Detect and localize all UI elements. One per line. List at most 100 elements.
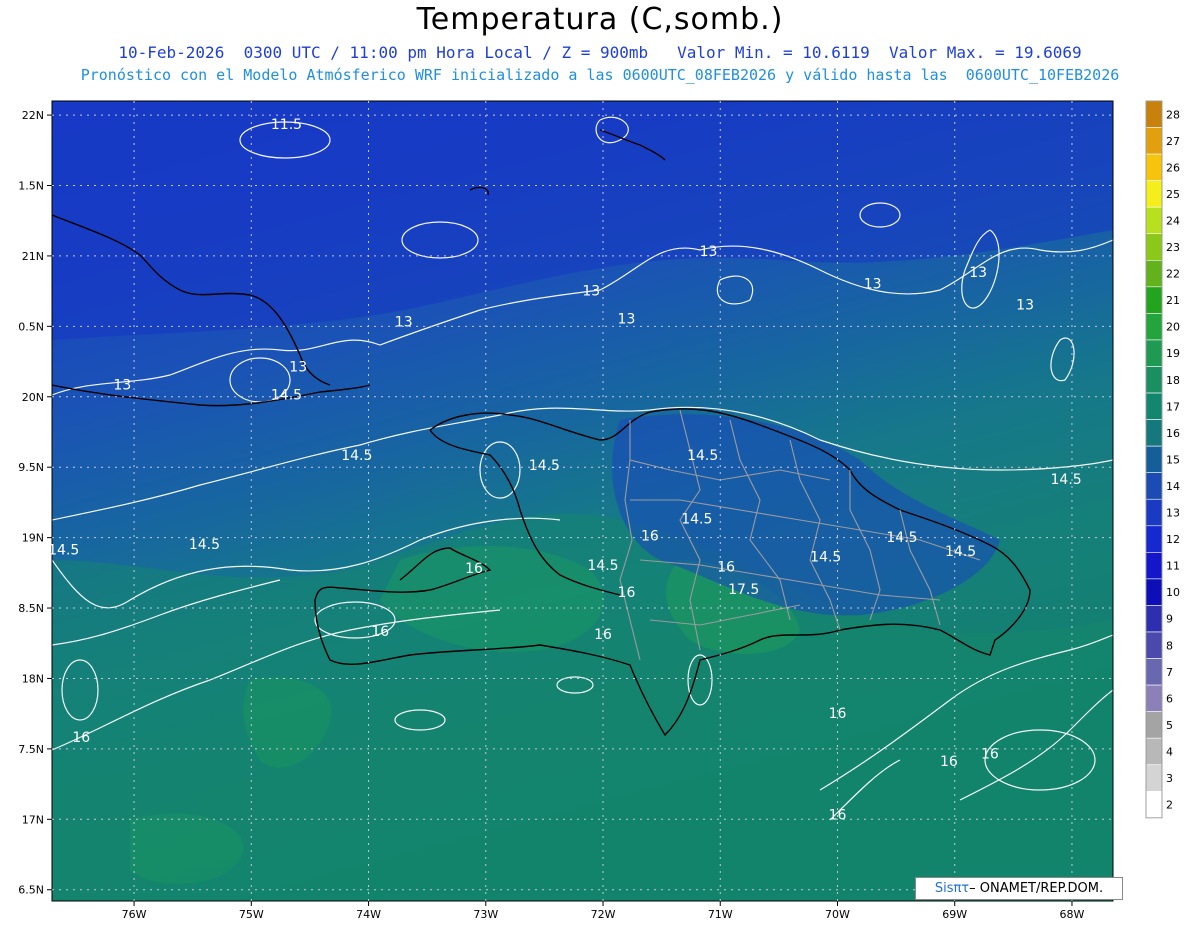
- colorbar-swatch: [1145, 233, 1163, 261]
- map-plot-area: [52, 101, 1113, 901]
- lon-tick-label: 68W: [1060, 908, 1085, 921]
- lat-tick-label: 0.5N: [18, 320, 44, 333]
- colorbar-label: 22: [1166, 268, 1180, 281]
- colorbar-label: 20: [1166, 321, 1180, 334]
- contour-value-label: 14.5: [945, 544, 976, 560]
- contour-value-label: 14.5: [341, 448, 372, 464]
- colorbar: 2827262524232221201918171615141312111098…: [1145, 100, 1180, 819]
- colorbar-swatch: [1145, 525, 1163, 553]
- lat-tick-label: 7.5N: [18, 743, 44, 756]
- colorbar-swatch: [1145, 498, 1163, 527]
- colorbar-label: 18: [1166, 374, 1180, 387]
- contour-value-label: 13: [395, 314, 413, 330]
- colorbar-label: 10: [1166, 586, 1180, 599]
- colorbar-swatch: [1145, 259, 1163, 288]
- lat-tick-label: 9.5N: [18, 461, 44, 474]
- colorbar-swatch: [1145, 419, 1163, 447]
- contour-value-label: 13: [700, 244, 718, 260]
- colorbar-label: 2: [1166, 799, 1173, 812]
- credit-box: Sisπτ– ONAMET/REP.DOM.: [915, 877, 1123, 900]
- contour-value-label: 16: [618, 585, 636, 601]
- contour-value-label: 14.5: [681, 512, 712, 528]
- contour-value-label: 13: [289, 359, 307, 375]
- contour-value-label: 13: [582, 283, 600, 299]
- contour-value-label: 13: [1016, 297, 1034, 313]
- colorbar-label: 28: [1166, 108, 1180, 121]
- colorbar-label: 25: [1166, 188, 1180, 201]
- lon-tick-label: 76W: [122, 908, 147, 921]
- colorbar-label: 13: [1166, 507, 1180, 520]
- contour-value-label: 14.5: [886, 530, 917, 546]
- colorbar-label: 4: [1166, 745, 1173, 758]
- lat-tick-label: 21N: [22, 250, 44, 263]
- lat-tick-label: 17N: [22, 813, 44, 826]
- lon-tick-label: 71W: [708, 908, 733, 921]
- contour-value-label: 14.5: [48, 543, 79, 559]
- temperature-map: 76W 75W 74W 73W 72W 71W 70W 69W 68W 22N 1.5N 21N 0.5…: [18, 100, 1180, 921]
- colorbar-swatch: [1145, 472, 1163, 500]
- colorbar-label: 12: [1166, 533, 1180, 546]
- colorbar-swatch: [1145, 180, 1163, 208]
- colorbar-swatch: [1145, 552, 1163, 580]
- colorbar-swatch: [1145, 339, 1163, 367]
- colorbar-swatch: [1145, 100, 1163, 128]
- colorbar-swatch: [1145, 286, 1163, 314]
- lat-tick-label: 22N: [22, 109, 44, 122]
- colorbar-swatch: [1145, 605, 1163, 633]
- colorbar-swatch: [1145, 206, 1163, 235]
- contour-value-label: 16: [72, 730, 90, 746]
- contour-value-label: 17.5: [728, 582, 759, 598]
- colorbar-swatch: [1145, 366, 1163, 394]
- contour-value-label: 14.5: [810, 550, 841, 566]
- colorbar-label: 16: [1166, 427, 1180, 440]
- lat-tick-label: 18N: [22, 672, 44, 685]
- lat-tick-label: 19N: [22, 532, 44, 545]
- colorbar-swatch: [1145, 445, 1163, 473]
- colorbar-label: 6: [1166, 692, 1173, 705]
- lat-tick-label: 20N: [22, 391, 44, 404]
- colorbar-swatch: [1145, 313, 1163, 341]
- colorbar-label: 5: [1166, 719, 1173, 732]
- colorbar-label: 27: [1166, 135, 1180, 148]
- lon-tick-label: 72W: [591, 908, 616, 921]
- lat-tick-label: 1.5N: [18, 180, 44, 193]
- contour-value-label: 14.5: [687, 448, 718, 464]
- contour-value-label: 13: [618, 312, 636, 328]
- colorbar-swatch: [1145, 790, 1163, 819]
- contour-value-label: 14.5: [529, 458, 560, 474]
- colorbar-swatch: [1145, 153, 1163, 181]
- colorbar-swatch: [1145, 684, 1163, 712]
- contour-value-label: 16: [641, 528, 659, 544]
- lon-tick-label: 74W: [356, 908, 381, 921]
- colorbar-label: 14: [1166, 480, 1180, 493]
- colorbar-swatch: [1145, 711, 1163, 739]
- colorbar-label: 19: [1166, 347, 1180, 360]
- colorbar-label: 21: [1166, 294, 1180, 307]
- colorbar-swatch: [1145, 127, 1163, 155]
- contour-value-label: 14.5: [1051, 472, 1082, 488]
- contour-value-label: 16: [829, 807, 847, 823]
- contour-value-label: 16: [371, 624, 389, 640]
- colorbar-label: 11: [1166, 560, 1180, 573]
- colorbar-swatch: [1145, 578, 1163, 606]
- colorbar-swatch: [1145, 764, 1163, 792]
- lat-tick-label: 8.5N: [18, 602, 44, 615]
- colorbar-label: 23: [1166, 241, 1180, 254]
- contour-value-label: 13: [113, 378, 131, 394]
- colorbar-swatch: [1145, 392, 1163, 420]
- colorbar-label: 15: [1166, 453, 1180, 466]
- colorbar-swatch: [1145, 631, 1163, 659]
- contour-value-label: 16: [981, 747, 999, 763]
- contour-value-label: 14.5: [271, 388, 302, 404]
- contour-value-label: 14.5: [189, 537, 220, 553]
- contour-value-label: 16: [594, 627, 612, 643]
- colorbar-label: 3: [1166, 772, 1173, 785]
- contour-value-label: 16: [465, 561, 483, 577]
- lon-tick-label: 75W: [239, 908, 264, 921]
- lon-tick-label: 73W: [473, 908, 498, 921]
- colorbar-label: 17: [1166, 400, 1180, 413]
- colorbar-swatch: [1145, 737, 1163, 766]
- colorbar-label: 24: [1166, 214, 1180, 227]
- colorbar-label: 8: [1166, 639, 1173, 652]
- lat-tick-label: 6.5N: [18, 884, 44, 897]
